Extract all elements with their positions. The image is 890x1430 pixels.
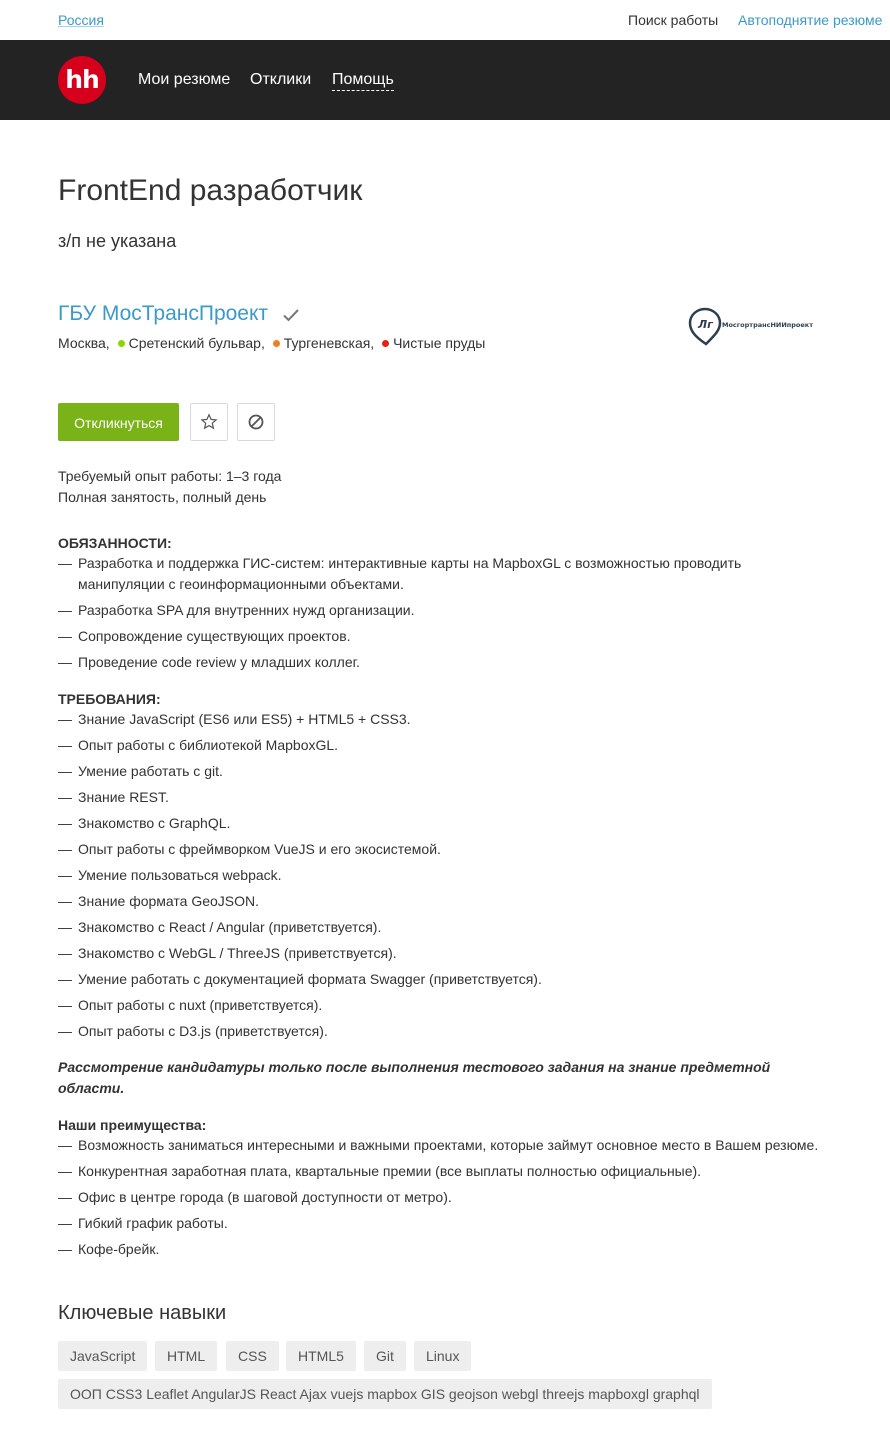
requirements-title: ТРЕБОВАНИЯ: bbox=[58, 691, 161, 707]
list-item: — Умение работать с git. bbox=[58, 763, 223, 779]
skill-tag[interactable]: Linux bbox=[414, 1341, 472, 1371]
metro-dot-icon bbox=[272, 340, 280, 348]
skill-tag[interactable]: CSS bbox=[226, 1341, 279, 1371]
vacancy-salary: з/п не указана bbox=[58, 231, 177, 251]
company-logo[interactable]: Лг МосгортрансНИИпроект bbox=[688, 306, 823, 348]
metro-station: Тургеневская, bbox=[283, 335, 375, 351]
main-navbar bbox=[0, 40, 890, 120]
company-link[interactable]: ГБУ МосТрансПроект bbox=[58, 302, 268, 326]
list-item: — Знание JavaScript (ES6 или ES5) + HTML5… bbox=[58, 711, 411, 727]
nav-responses[interactable]: Отклики bbox=[250, 71, 311, 89]
vacancy-address: Москва, Сретенский бульвар, Тургеневская… bbox=[58, 335, 485, 351]
nav-my-resumes[interactable]: Мои резюме bbox=[138, 71, 230, 89]
block-icon bbox=[248, 414, 264, 430]
skills-title: Ключевые навыки bbox=[58, 1302, 227, 1324]
list-item: — Разработка SPA для внутренних нужд орга… bbox=[58, 602, 415, 618]
list-item: — Знакомство с React / Angular (приветств… bbox=[58, 919, 382, 935]
skill-tag[interactable]: ООП CSS3 Leaflet AngularJS React Ajax vu… bbox=[58, 1379, 712, 1409]
list-item: — Проведение code review у младших коллег… bbox=[58, 654, 360, 670]
metro-station: Сретенский бульвар, bbox=[128, 335, 265, 351]
list-item: — Гибкий график работы. bbox=[58, 1215, 228, 1231]
nav-help[interactable]: Помощь bbox=[332, 71, 394, 91]
metro-dot-icon bbox=[382, 340, 390, 348]
job-search-link[interactable]: Поиск работы bbox=[628, 12, 718, 28]
city: Москва, bbox=[58, 335, 110, 351]
list-item: — Умение работать с документацией формата… bbox=[58, 971, 542, 987]
svg-text:МосгортрансНИИпроект: МосгортрансНИИпроект bbox=[722, 321, 813, 329]
autoraise-link[interactable]: Автоподнятие резюме bbox=[738, 12, 882, 28]
favorite-button[interactable] bbox=[190, 403, 228, 441]
list-item: — Кофе-брейк. bbox=[58, 1241, 160, 1257]
list-item: — Опыт работы с фреймворком VueJS и его э… bbox=[58, 841, 441, 857]
list-item: — Умение пользоваться webpack. bbox=[58, 867, 282, 883]
list-item: — Знание формата GeoJSON. bbox=[58, 893, 260, 909]
skill-tag[interactable]: HTML bbox=[155, 1341, 218, 1371]
region-link[interactable]: Россия bbox=[58, 12, 104, 28]
list-item: — Офис в центре города (в шаговой доступн… bbox=[58, 1189, 452, 1205]
employment-info: Полная занятость, полный день bbox=[58, 489, 267, 505]
list-item: — Разработка и поддержка ГИС-систем: инте… bbox=[58, 555, 742, 592]
metro-station: Чистые пруды bbox=[393, 335, 486, 351]
list-item: — Возможность заниматься интересными и ва… bbox=[58, 1137, 819, 1153]
list-item: — Знакомство с WebGL / ThreeJS (приветств… bbox=[58, 945, 397, 961]
experience-info: Требуемый опыт работы: 1–3 года bbox=[58, 468, 282, 484]
list-item: — Сопровождение существующих проектов. bbox=[58, 628, 351, 644]
skill-tag[interactable]: JavaScript bbox=[58, 1341, 148, 1371]
respond-button[interactable]: Откликнуться bbox=[58, 403, 179, 441]
skill-tag[interactable]: HTML5 bbox=[286, 1341, 356, 1371]
benefits-title: Наши преимущества: bbox=[58, 1117, 207, 1133]
metro-dot-icon bbox=[117, 340, 125, 348]
star-icon bbox=[200, 413, 218, 430]
candidate-note: Рассмотрение кандидатуры только после вы… bbox=[58, 1059, 771, 1096]
list-item: — Конкурентная заработная плата, кварталь… bbox=[58, 1163, 702, 1179]
svg-text:Лг: Лг bbox=[697, 318, 714, 331]
duties-title: ОБЯЗАННОСТИ: bbox=[58, 535, 172, 551]
skill-tag[interactable]: Git bbox=[364, 1341, 406, 1371]
hide-vacancy-button[interactable] bbox=[237, 403, 275, 441]
verified-check-icon bbox=[283, 309, 299, 322]
top-bar: Россия Поиск работы Автоподнятие резюме bbox=[0, 0, 890, 40]
list-item: — Опыт работы с D3.js (приветствуется). bbox=[58, 1023, 328, 1039]
list-item: — Опыт работы с nuxt (приветствуется). bbox=[58, 997, 323, 1013]
list-item: — Знание REST. bbox=[58, 789, 169, 805]
list-item: — Опыт работы с библиотекой MapboxGL. bbox=[58, 737, 339, 753]
vacancy-title: FrontEnd разработчик bbox=[58, 174, 363, 207]
list-item: — Знакомство с GraphQL. bbox=[58, 815, 231, 831]
hh-logo[interactable]: hh bbox=[58, 56, 106, 104]
